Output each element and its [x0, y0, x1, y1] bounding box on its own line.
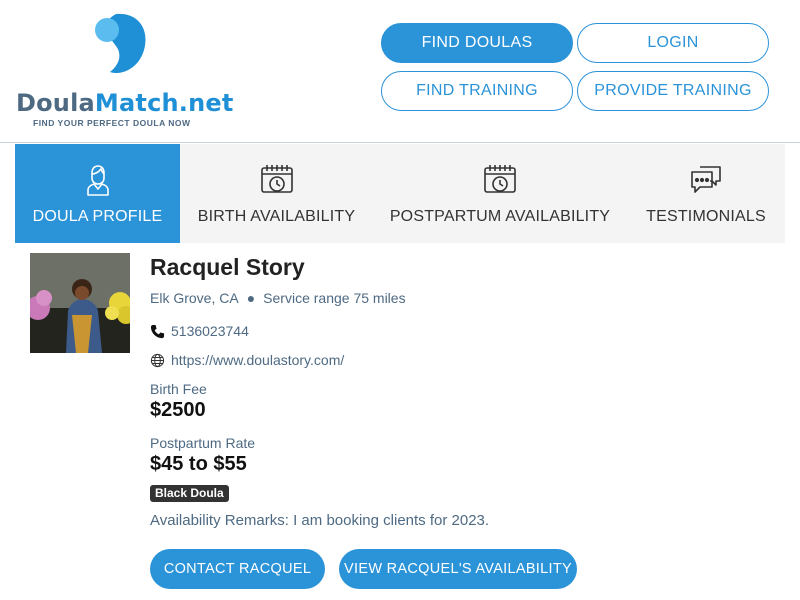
tab-label: BIRTH AVAILABILITY	[197, 208, 356, 225]
contact-button[interactable]: CONTACT RACQUEL	[150, 549, 325, 589]
postpartum-rate-label: Postpartum Rate	[150, 435, 256, 451]
find-doulas-button[interactable]: FIND DOULAS	[381, 23, 573, 63]
tab-label: POSTPARTUM AVAILABILITY	[389, 208, 611, 225]
tab-label: DOULA PROFILE	[32, 208, 163, 225]
provide-training-button[interactable]: PROVIDE TRAINING	[577, 71, 769, 111]
logo-wordmark-part1: Doula	[16, 89, 95, 117]
tab-testimonials[interactable]: TESTIMONIALS	[627, 144, 785, 243]
tab-doula-profile[interactable]: DOULA PROFILE	[15, 144, 180, 243]
logo-wordmark: DoulaMatch.net	[16, 89, 234, 117]
phone-icon	[150, 324, 165, 338]
postpartum-rate-value: $45 to $55	[150, 453, 247, 475]
tab-label: TESTIMONIALS	[646, 208, 766, 225]
tab-postpartum-availability[interactable]: POSTPARTUM AVAILABILITY	[373, 144, 627, 243]
profile-tabs: DOULA PROFILE BIRTH AVAILABILITY POSTPAR…	[15, 144, 785, 243]
location-line: Elk Grove, CA ● Service range 75 miles	[150, 290, 406, 306]
birth-fee-value: $2500	[150, 399, 206, 421]
find-training-button[interactable]: FIND TRAINING	[381, 71, 573, 111]
website-row[interactable]: https://www.doulastory.com/	[150, 352, 344, 368]
website-link[interactable]: https://www.doulastory.com/	[171, 352, 344, 368]
calendar-clock-icon	[484, 165, 516, 193]
service-range-text: Service range 75 miles	[263, 290, 406, 306]
chat-bubbles-icon	[691, 166, 721, 193]
doula-name: Racquel Story	[150, 254, 305, 280]
logo-wordmark-part2: Match.net	[94, 89, 234, 117]
site-header: DoulaMatch.net FIND YOUR PERFECT DOULA N…	[0, 0, 800, 143]
phone-row[interactable]: 5136023744	[150, 323, 249, 339]
phone-number: 5136023744	[171, 323, 249, 339]
view-availability-button[interactable]: VIEW RACQUEL'S AVAILABILITY	[339, 549, 577, 589]
logo-mark-icon	[95, 13, 146, 74]
globe-icon	[150, 353, 165, 367]
location-text: Elk Grove, CA	[150, 290, 239, 306]
site-logo[interactable]: DoulaMatch.net FIND YOUR PERFECT DOULA N…	[16, 12, 233, 132]
logo-tagline: FIND YOUR PERFECT DOULA NOW	[33, 118, 191, 128]
black-doula-badge: Black Doula	[150, 485, 229, 502]
availability-remarks: Availability Remarks: I am booking clien…	[150, 512, 490, 529]
person-icon	[86, 165, 109, 196]
birth-fee-label: Birth Fee	[150, 381, 207, 397]
calendar-clock-icon	[260, 165, 293, 193]
doula-photo	[30, 253, 130, 353]
separator-dot: ●	[246, 290, 256, 306]
tab-birth-availability[interactable]: BIRTH AVAILABILITY	[180, 144, 373, 243]
login-button[interactable]: LOGIN	[577, 23, 769, 63]
